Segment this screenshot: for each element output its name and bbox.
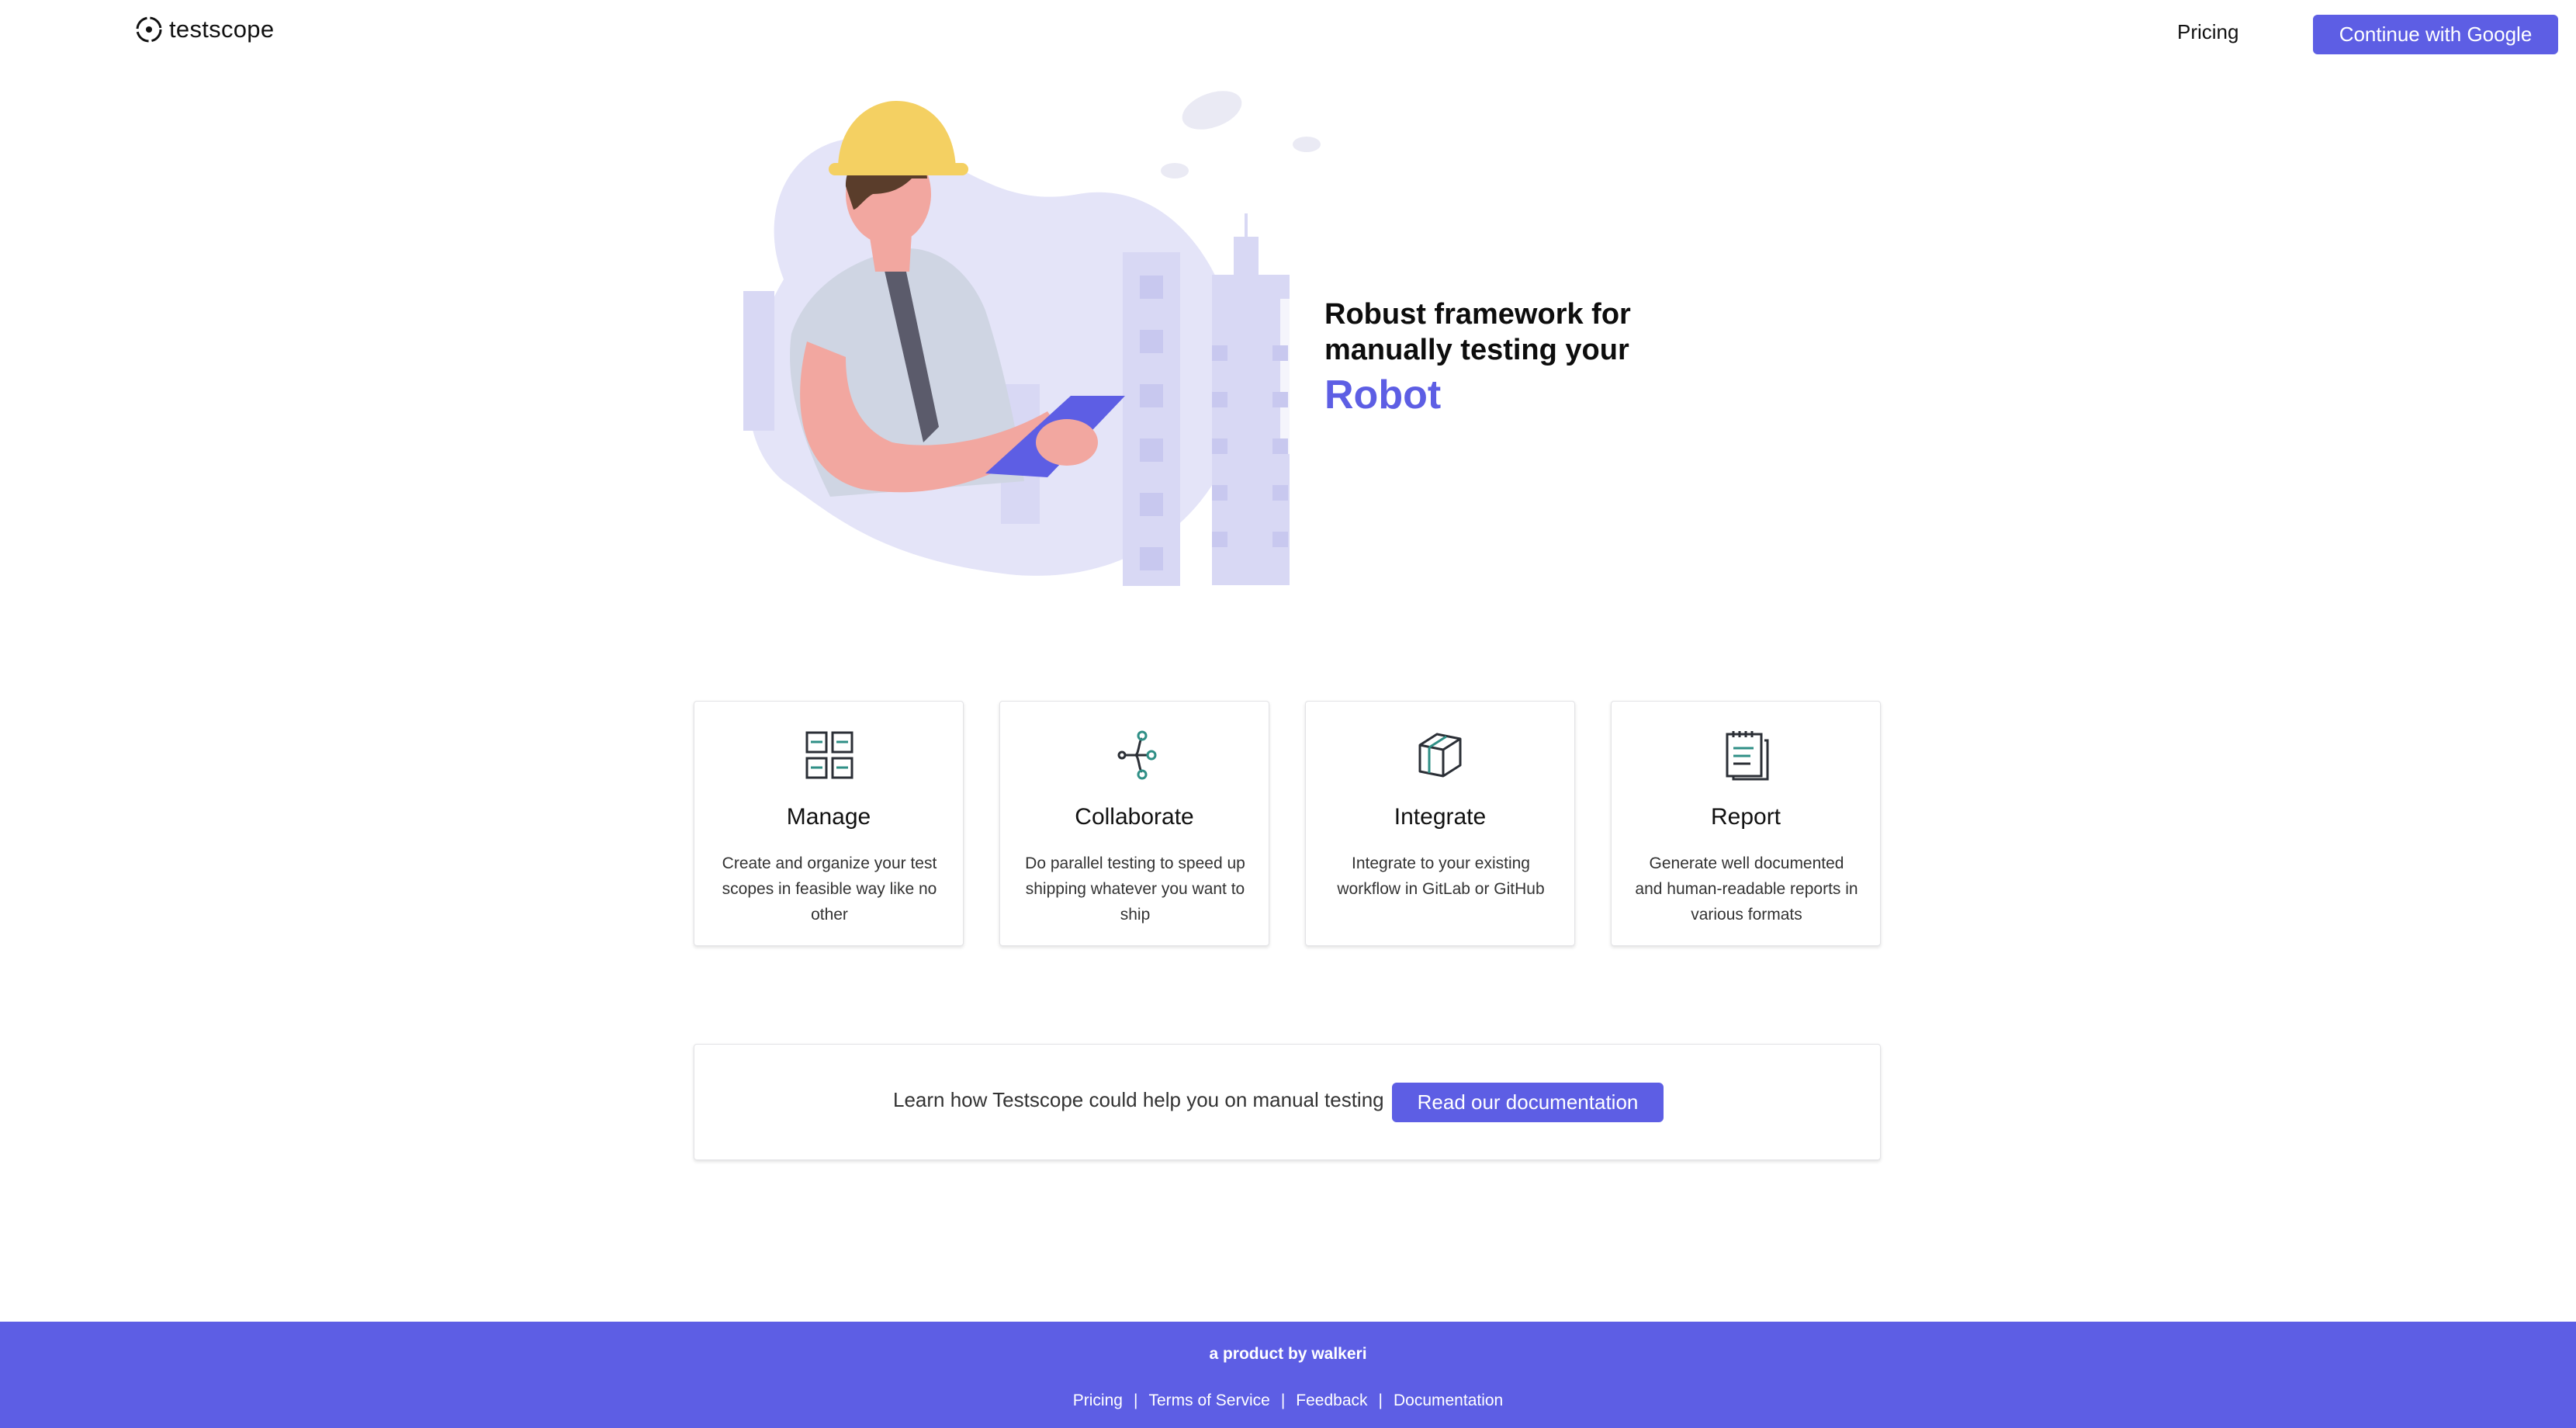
- branch-icon: [1117, 730, 1157, 780]
- logo-icon: [136, 16, 162, 43]
- footer-link-pricing[interactable]: Pricing: [1073, 1392, 1123, 1410]
- footer-link-documentation[interactable]: Documentation: [1394, 1392, 1503, 1410]
- footer-separator: |: [1280, 1392, 1286, 1409]
- features-section: Manage Create and organize your test sco…: [694, 701, 1881, 946]
- hero-text: Robust framework for manually testing yo…: [1324, 296, 1712, 422]
- feature-card-manage: Manage Create and organize your test sco…: [694, 701, 964, 946]
- hero-headline-line2: manually testing your: [1324, 334, 1629, 366]
- feature-title: Report: [1710, 804, 1781, 830]
- feature-card-collaborate: Collaborate Do parallel testing to speed…: [999, 701, 1269, 946]
- person-hand: [1036, 419, 1098, 466]
- feature-description: Do parallel testing to speed up shipping…: [1025, 854, 1245, 924]
- feature-description: Integrate to your existing workflow in G…: [1337, 854, 1545, 898]
- hero-headline-line1: Robust framework for: [1324, 298, 1631, 331]
- building: [1234, 237, 1259, 276]
- building: [1280, 299, 1328, 454]
- documentation-prompt: Learn how Testscope could help you on ma…: [893, 1088, 1384, 1111]
- clipboard-icon: [1726, 731, 1769, 781]
- grid-icon: [805, 731, 853, 779]
- feature-title: Collaborate: [1075, 804, 1194, 830]
- feature-card-report: Report Generate well documented and huma…: [1611, 701, 1881, 946]
- leaf-decoration: [1161, 163, 1189, 178]
- building: [743, 291, 774, 431]
- continue-with-google-button[interactable]: Continue with Google: [2313, 15, 2558, 54]
- leaf-decoration: [1182, 91, 1242, 130]
- feature-description: Generate well documented and human-reada…: [1635, 854, 1858, 924]
- footer-separator: |: [1133, 1392, 1138, 1409]
- hero-highlight-word: Robot: [1324, 373, 1442, 418]
- top-navbar: testscope Pricing Continue with Google: [0, 0, 2576, 70]
- footer: a product by walkeri Pricing | Terms of …: [0, 1322, 2576, 1428]
- read-documentation-button[interactable]: Read our documentation: [1392, 1083, 1664, 1122]
- footer-credit: a product by walkeri: [1209, 1345, 1367, 1363]
- leaf-decoration: [1293, 137, 1321, 152]
- package-icon: [1418, 733, 1462, 778]
- documentation-banner: Learn how Testscope could help you on ma…: [694, 1044, 1881, 1160]
- footer-separator: |: [1378, 1392, 1383, 1409]
- building: [1123, 252, 1180, 586]
- logo[interactable]: testscope: [133, 14, 274, 45]
- feature-description: Create and organize your test scopes in …: [722, 854, 937, 924]
- feature-title: Manage: [786, 804, 871, 830]
- footer-link-feedback[interactable]: Feedback: [1296, 1392, 1367, 1410]
- helmet-brim: [829, 163, 968, 175]
- footer-links: Pricing | Terms of Service | Feedback | …: [0, 1392, 2576, 1410]
- feature-title: Integrate: [1394, 804, 1487, 830]
- nav-pricing-link[interactable]: Pricing: [2177, 20, 2238, 44]
- footer-link-terms[interactable]: Terms of Service: [1148, 1392, 1269, 1410]
- logo-text: testscope: [169, 16, 275, 43]
- feature-card-integrate: Integrate Integrate to your existing wor…: [1305, 701, 1575, 946]
- building-antenna: [1245, 213, 1248, 238]
- helmet-icon: [838, 101, 956, 169]
